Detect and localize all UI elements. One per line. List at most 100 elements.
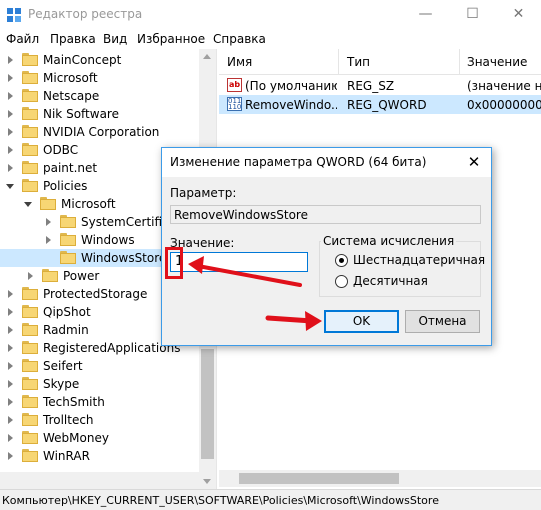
column-header-type[interactable]: Тип <box>347 55 370 69</box>
close-button[interactable]: ✕ <box>496 0 541 30</box>
tree-item-label: WebMoney <box>43 431 109 445</box>
folder-icon <box>60 215 76 228</box>
folder-icon <box>22 431 38 444</box>
expand-icon[interactable] <box>8 398 13 406</box>
ok-button[interactable]: OK <box>324 310 399 333</box>
column-divider[interactable] <box>459 49 460 75</box>
tree-item-label: NVIDIA Corporation <box>43 125 160 139</box>
expand-icon[interactable] <box>8 434 13 442</box>
tree-item-label: WinRAR <box>43 449 90 463</box>
tree-item[interactable]: NVIDIA Corporation <box>0 123 216 141</box>
collapse-icon[interactable] <box>24 202 32 207</box>
tree-item[interactable]: Microsoft <box>0 69 216 87</box>
folder-icon <box>60 251 76 264</box>
list-header: Имя Тип Значение <box>219 49 541 75</box>
tree-item[interactable]: Skype <box>0 375 216 393</box>
tree-item[interactable]: Netscape <box>0 87 216 105</box>
list-row[interactable]: ab (По умолчанию) REG_SZ (значение не <box>219 76 541 95</box>
tree-item[interactable]: TechSmith <box>0 393 216 411</box>
expand-icon[interactable] <box>8 110 13 118</box>
cancel-button[interactable]: Отмена <box>405 310 480 333</box>
folder-icon <box>22 89 38 102</box>
tree-item[interactable]: Seifert <box>0 357 216 375</box>
tree-item[interactable]: WebMoney <box>0 429 216 447</box>
dialog-close-button[interactable]: ✕ <box>463 151 485 173</box>
tree-item-label: Microsoft <box>43 71 98 85</box>
folder-icon <box>42 269 58 282</box>
dialog-title-bar: Изменение параметра QWORD (64 бита) ✕ <box>162 148 491 177</box>
base-groupbox <box>319 241 481 297</box>
tree-item[interactable]: WinRAR <box>0 447 216 465</box>
expand-icon[interactable] <box>8 74 13 82</box>
expand-icon[interactable] <box>8 452 13 460</box>
tree-item[interactable]: Nik Software <box>0 105 216 123</box>
scroll-down-icon[interactable] <box>203 479 211 484</box>
tree-item-label: WindowsStore <box>81 251 167 265</box>
value-input[interactable]: 1 <box>170 252 308 272</box>
folder-icon <box>22 107 38 120</box>
folder-icon <box>22 143 38 156</box>
column-divider[interactable] <box>338 49 339 75</box>
expand-icon[interactable] <box>8 128 13 136</box>
expand-icon[interactable] <box>46 218 51 226</box>
row-type: REG_QWORD <box>347 98 427 112</box>
folder-icon <box>22 449 38 462</box>
expand-icon[interactable] <box>8 146 13 154</box>
scroll-up-icon[interactable] <box>203 54 211 59</box>
tree-item-label: Trolltech <box>43 413 94 427</box>
list-horizontal-scrollbar[interactable] <box>219 470 541 487</box>
expand-icon[interactable] <box>8 56 13 64</box>
column-header-value[interactable]: Значение <box>467 55 527 69</box>
folder-icon <box>60 233 76 246</box>
tree-item-label: Netscape <box>43 89 100 103</box>
tree-item-label: Radmin <box>43 323 89 337</box>
folder-icon <box>22 377 38 390</box>
param-label: Параметр: <box>170 186 237 200</box>
list-row-selected[interactable]: 011 110 RemoveWindo... REG_QWORD 0x000000… <box>219 95 541 114</box>
collapse-icon[interactable] <box>6 184 14 189</box>
scroll-thumb[interactable] <box>239 473 399 484</box>
expand-icon[interactable] <box>8 164 13 172</box>
row-name: RemoveWindo... <box>245 98 337 112</box>
expand-icon[interactable] <box>8 92 13 100</box>
row-type: REG_SZ <box>347 79 395 93</box>
tree-item-label: Nik Software <box>43 107 119 121</box>
string-value-icon: ab <box>227 78 242 92</box>
dec-radio[interactable] <box>335 275 348 288</box>
expand-icon[interactable] <box>46 236 51 244</box>
menu-favorites[interactable]: Избранное <box>137 32 205 46</box>
tree-item-label: Policies <box>43 179 88 193</box>
menu-view[interactable]: Вид <box>103 32 127 46</box>
expand-icon[interactable] <box>8 344 13 352</box>
hex-radio-label[interactable]: Шестнадцатеричная <box>353 253 485 267</box>
tree-item[interactable]: Trolltech <box>0 411 216 429</box>
tree-item-label: ProtectedStorage <box>43 287 148 301</box>
folder-icon <box>22 179 38 192</box>
expand-icon[interactable] <box>8 380 13 388</box>
base-legend: Система исчисления <box>321 234 457 248</box>
edit-qword-dialog: Изменение параметра QWORD (64 бита) ✕ Па… <box>161 147 492 346</box>
expand-icon[interactable] <box>8 290 13 298</box>
expand-icon[interactable] <box>28 272 33 280</box>
tree-item[interactable]: MainConcept <box>0 51 216 69</box>
minimize-button[interactable]: — <box>403 0 448 30</box>
folder-icon <box>22 53 38 66</box>
menu-help[interactable]: Справка <box>213 32 266 46</box>
expand-icon[interactable] <box>8 326 13 334</box>
dec-radio-label[interactable]: Десятичная <box>353 274 428 288</box>
window-title: Редактор реестра <box>28 7 143 21</box>
row-name: (По умолчанию) <box>245 79 337 93</box>
expand-icon[interactable] <box>8 308 13 316</box>
column-header-name[interactable]: Имя <box>227 55 252 69</box>
scroll-thumb[interactable] <box>201 349 214 459</box>
menu-file[interactable]: Файл <box>6 32 39 46</box>
expand-icon[interactable] <box>8 416 13 424</box>
maximize-button[interactable]: ☐ <box>450 0 495 30</box>
tree-horizontal-scrollbar[interactable] <box>0 472 199 489</box>
tree-item-label: Skype <box>43 377 80 391</box>
tree-item-label: RegisteredApplications <box>43 341 181 355</box>
expand-icon[interactable] <box>8 362 13 370</box>
menu-edit[interactable]: Правка <box>50 32 96 46</box>
tree-item-label: Power <box>63 269 100 283</box>
hex-radio[interactable] <box>335 254 348 267</box>
